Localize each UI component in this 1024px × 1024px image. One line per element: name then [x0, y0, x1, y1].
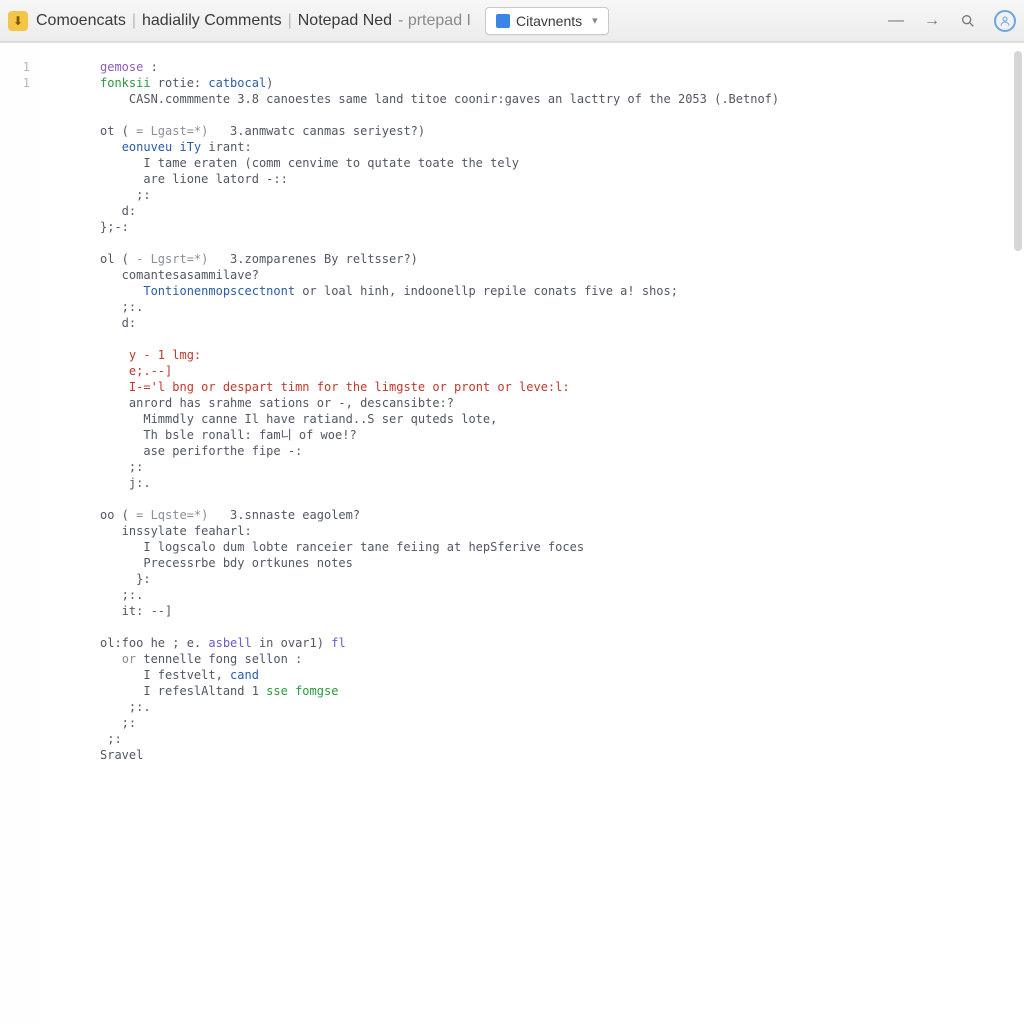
code-line	[100, 331, 1024, 347]
code-line: j:.	[100, 475, 1024, 491]
minimize-button[interactable]: —	[886, 11, 906, 31]
code-line: comantesasammilave?	[100, 267, 1024, 283]
code-line: I-='l bng or despart timn for the limgst…	[100, 379, 1024, 395]
code-line	[100, 619, 1024, 635]
forward-button[interactable]: →	[922, 11, 942, 31]
code-line: ;:	[100, 715, 1024, 731]
code-line: ;:	[100, 187, 1024, 203]
view-dropdown[interactable]: Citavnents ▾	[485, 7, 609, 35]
search-button[interactable]	[958, 11, 978, 31]
code-line: CASN.commmente 3.8 canoestes same land t…	[100, 91, 1024, 107]
code-line: Th bsle ronall: fam니 of woe!?	[100, 427, 1024, 443]
view-dropdown-label: Citavnents	[516, 13, 582, 29]
code-line: inssylate feaharl:	[100, 523, 1024, 539]
code-line	[100, 107, 1024, 123]
code-line: I refeslAltand 1 sse fomgse	[100, 683, 1024, 699]
line-number: 1	[0, 75, 30, 91]
app-icon: ⬇	[8, 11, 28, 31]
breadcrumb-separator: |	[132, 12, 136, 30]
titlebar: ⬇ Comoencats | hadialily Comments | Note…	[0, 0, 1024, 42]
breadcrumb-suffix: - prtepad I	[398, 12, 471, 30]
code-line: Tontionenmopscectnont or loal hinh, indo…	[100, 283, 1024, 299]
code-line: eonuveu iTy irant:	[100, 139, 1024, 155]
code-line: Precessrbe bdy ortkunes notes	[100, 555, 1024, 571]
code-line: }:	[100, 571, 1024, 587]
code-line	[100, 491, 1024, 507]
code-line: I logscalo dum lobte ranceier tane feiin…	[100, 539, 1024, 555]
breadcrumb-item-3[interactable]: Notepad Ned	[298, 12, 392, 30]
code-line: ;:	[100, 459, 1024, 475]
code-line: Mimmdly canne Il have ratiand..S ser qut…	[100, 411, 1024, 427]
code-line: ot ( = Lgast=*) 3.anmwatc canmas seriyes…	[100, 123, 1024, 139]
code-line: are lione latord -::	[100, 171, 1024, 187]
line-number-gutter: 1 1	[0, 43, 40, 1024]
code-line: ol:foo he ; e. asbell in ovar1) fl	[100, 635, 1024, 651]
code-line: ;:	[100, 731, 1024, 747]
code-line: I festvelt, cand	[100, 667, 1024, 683]
code-line: ;:.	[100, 299, 1024, 315]
code-line: d:	[100, 315, 1024, 331]
code-line: ase periforthe fipe -:	[100, 443, 1024, 459]
code-line: Sravel	[100, 747, 1024, 763]
user-avatar[interactable]	[994, 10, 1016, 32]
code-line	[100, 235, 1024, 251]
breadcrumb-separator: |	[288, 12, 292, 30]
breadcrumb: Comoencats | hadialily Comments | Notepa…	[36, 12, 471, 30]
code-line: I tame eraten (comm cenvime to qutate to…	[100, 155, 1024, 171]
code-line: ol ( - Lgsrt=*) 3.zomparenes By reltsser…	[100, 251, 1024, 267]
code-line: };-:	[100, 219, 1024, 235]
code-line: or tennelle fong sellon :	[100, 651, 1024, 667]
titlebar-actions: — →	[886, 10, 1016, 32]
code-line: anrord has srahme sations or -, descansi…	[100, 395, 1024, 411]
code-line: e;.--]	[100, 363, 1024, 379]
code-line: ;:.	[100, 699, 1024, 715]
app-window: ⬇ Comoencats | hadialily Comments | Note…	[0, 0, 1024, 1024]
vertical-scrollbar[interactable]	[1014, 51, 1022, 251]
chevron-down-icon: ▾	[592, 14, 598, 27]
code-line: fonksii rotie: catbocal)	[100, 75, 1024, 91]
code-line: y - 1 lmg:	[100, 347, 1024, 363]
code-line: it: --]	[100, 603, 1024, 619]
code-line: gemose :	[100, 59, 1024, 75]
line-number: 1	[0, 59, 30, 75]
editor-area: 1 1 gemose :fonksii rotie: catbocal) CAS…	[0, 42, 1024, 1024]
user-icon	[999, 15, 1011, 27]
view-dropdown-icon	[496, 14, 510, 28]
code-line: ;:.	[100, 587, 1024, 603]
code-line: d:	[100, 203, 1024, 219]
breadcrumb-item-2[interactable]: hadialily Comments	[142, 12, 282, 30]
code-editor[interactable]: gemose :fonksii rotie: catbocal) CASN.co…	[40, 43, 1024, 1024]
code-line: oo ( = Lqste=*) 3.snnaste eagolem?	[100, 507, 1024, 523]
breadcrumb-item-1[interactable]: Comoencats	[36, 12, 126, 30]
search-icon	[960, 13, 976, 29]
